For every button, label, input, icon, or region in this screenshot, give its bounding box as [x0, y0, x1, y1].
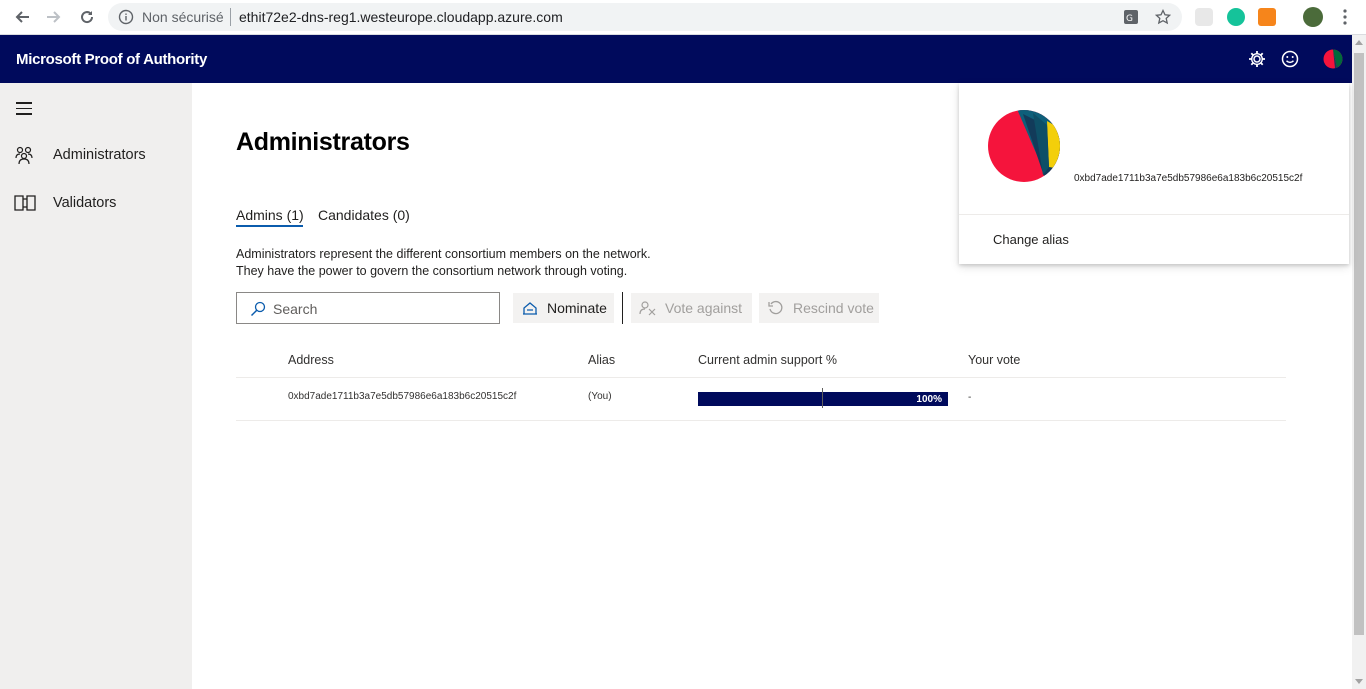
scroll-down-arrow[interactable] — [1355, 679, 1363, 684]
forward-arrow-icon — [47, 11, 61, 23]
rescind-vote-label: Rescind vote — [793, 300, 874, 316]
gear-icon[interactable] — [1247, 49, 1267, 69]
account-address: 0xbd7ade1711b3a7e5db57986e6a183b6c20515c… — [1074, 173, 1303, 184]
security-label[interactable]: Non sécurisé — [142, 9, 224, 25]
bookmark-star-icon[interactable] — [1154, 8, 1172, 30]
address-bar[interactable]: Non sécurisé ethit72e2-dns-reg1.westeuro… — [108, 3, 1182, 31]
column-header-support[interactable]: Current admin support % — [698, 353, 837, 367]
active-tab-indicator — [236, 225, 303, 227]
back-button[interactable] — [11, 6, 33, 28]
profile-avatar[interactable] — [1303, 7, 1323, 27]
scroll-up-arrow[interactable] — [1355, 40, 1363, 45]
search-box[interactable] — [236, 292, 500, 324]
tab-candidates[interactable]: Candidates (0) — [318, 207, 410, 223]
tab-admins[interactable]: Admins (1) — [236, 207, 304, 223]
account-panel-divider — [959, 214, 1349, 215]
search-icon — [250, 301, 266, 322]
column-header-alias[interactable]: Alias — [588, 353, 615, 367]
page-title: Administrators — [236, 128, 410, 156]
people-icon — [14, 145, 34, 170]
support-progress-bar: 100% — [698, 388, 948, 408]
scroll-thumb[interactable] — [1354, 53, 1364, 635]
command-divider — [622, 292, 623, 324]
progress-midpoint-marker — [822, 388, 823, 408]
forward-button[interactable] — [43, 6, 65, 28]
nominate-label: Nominate — [547, 300, 607, 316]
app-header: Microsoft Proof of Authority — [0, 35, 1352, 83]
book-icon — [14, 193, 36, 218]
app-title[interactable]: Microsoft Proof of Authority — [16, 51, 207, 68]
vote-against-icon — [639, 300, 657, 316]
sidebar-item-administrators[interactable]: Administrators — [0, 135, 192, 175]
page-scrollbar[interactable] — [1352, 35, 1366, 689]
table-row-divider — [236, 420, 1286, 421]
reload-icon — [81, 11, 94, 24]
svg-text:G: G — [1126, 14, 1133, 24]
table-header-divider — [236, 377, 1286, 378]
nominate-icon — [521, 300, 539, 316]
hamburger-menu-icon[interactable] — [16, 102, 32, 116]
browser-menu-icon[interactable] — [1343, 9, 1347, 25]
sidebar-item-label: Validators — [53, 195, 117, 211]
browser-toolbar: Non sécurisé ethit72e2-dns-reg1.westeuro… — [0, 0, 1366, 35]
rescind-vote-button[interactable]: Rescind vote — [759, 293, 879, 323]
sidebar-item-label: Administrators — [53, 147, 146, 163]
change-alias-button[interactable]: Change alias — [993, 232, 1069, 247]
vote-against-button[interactable]: Vote against — [631, 293, 752, 323]
column-header-address[interactable]: Address — [288, 353, 334, 367]
omnibox-divider — [230, 8, 231, 26]
search-input[interactable] — [273, 299, 493, 319]
column-header-vote[interactable]: Your vote — [968, 353, 1020, 367]
nominate-button[interactable]: Nominate — [513, 293, 614, 323]
info-icon[interactable] — [118, 9, 134, 30]
description-line: They have the power to govern the consor… — [236, 264, 628, 278]
metamask-icon[interactable] — [1258, 8, 1276, 26]
row-vote: - — [968, 392, 972, 403]
row-alias: (You) — [588, 391, 612, 402]
vote-against-label: Vote against — [665, 300, 743, 316]
account-panel: 0xbd7ade1711b3a7e5db57986e6a183b6c20515c… — [959, 83, 1349, 264]
translate-icon[interactable]: G — [1123, 9, 1139, 30]
row-address: 0xbd7ade1711b3a7e5db57986e6a183b6c20515c… — [288, 391, 517, 402]
sidebar: Administrators Validators — [0, 83, 192, 689]
description-line: Administrators represent the different c… — [236, 247, 651, 261]
sidebar-item-validators[interactable]: Validators — [0, 183, 192, 223]
support-percent: 100% — [916, 394, 942, 405]
account-avatar-icon[interactable] — [1323, 49, 1343, 69]
back-arrow-icon — [15, 11, 29, 23]
extension-icon[interactable] — [1195, 8, 1213, 26]
page-description: Administrators represent the different c… — [236, 246, 651, 280]
reload-button[interactable] — [76, 6, 98, 28]
account-avatar — [987, 109, 1061, 183]
smiley-feedback-icon[interactable] — [1280, 49, 1300, 69]
grammarly-icon[interactable] — [1227, 8, 1245, 26]
undo-icon — [767, 300, 785, 316]
url-text[interactable]: ethit72e2-dns-reg1.westeurope.cloudapp.a… — [239, 9, 563, 25]
